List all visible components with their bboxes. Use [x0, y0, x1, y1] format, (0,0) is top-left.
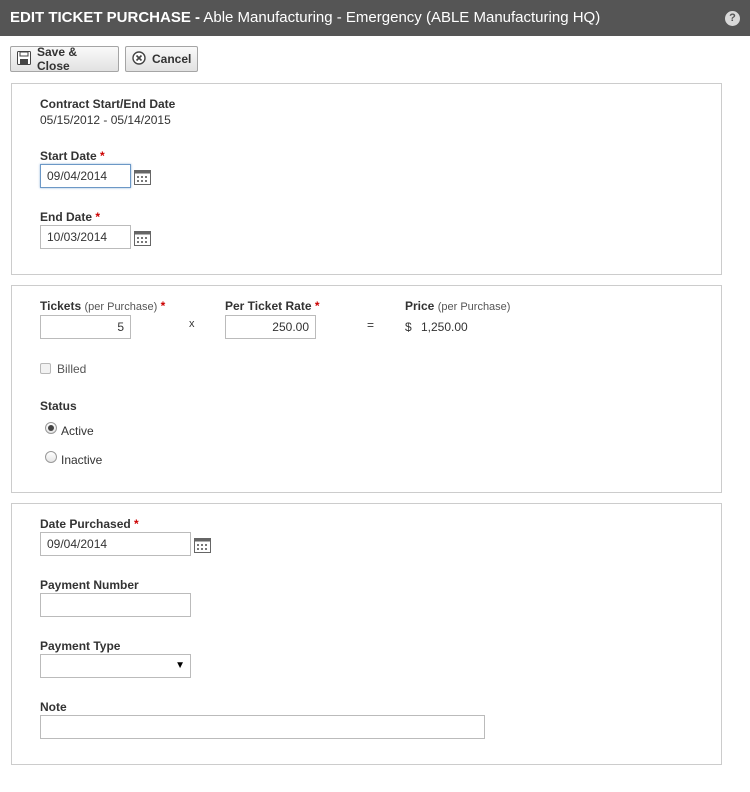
title-bar: EDIT TICKET PURCHASE - Able Manufacturin… — [0, 0, 750, 36]
price-label-text: Price — [405, 299, 435, 313]
end-date-label-text: End Date — [40, 210, 93, 224]
status-inactive-radio[interactable] — [45, 451, 57, 463]
tickets-label-text: Tickets — [40, 299, 82, 313]
required-marker: * — [134, 517, 139, 531]
start-date-label-text: Start Date — [40, 149, 97, 163]
window-title-detail: Able Manufacturing - Emergency (ABLE Man… — [200, 9, 601, 26]
payment-type-label: Payment Type — [40, 639, 121, 653]
price-currency: $ — [405, 320, 412, 334]
cancel-button[interactable]: Cancel — [125, 46, 198, 72]
per-ticket-rate-label: Per Ticket Rate * — [225, 299, 320, 313]
end-date-input[interactable]: 10/03/2014 — [40, 225, 131, 249]
equals-sign: = — [367, 318, 375, 332]
help-icon[interactable]: ? — [725, 11, 740, 26]
start-date-input[interactable]: 09/04/2014 — [40, 164, 131, 188]
floppy-disk-icon — [17, 50, 31, 68]
start-date-calendar-icon[interactable] — [134, 169, 151, 185]
window-title-prefix: EDIT TICKET PURCHASE - — [10, 9, 201, 26]
tickets-input[interactable]: 5 — [40, 315, 131, 339]
price-label: Price (per Purchase) — [405, 299, 510, 313]
note-input[interactable] — [40, 715, 485, 739]
billed-label: Billed — [57, 362, 87, 376]
required-marker: * — [95, 210, 101, 224]
price-value: 1,250.00 — [421, 320, 468, 334]
payment-number-label: Payment Number — [40, 578, 139, 592]
end-date-calendar-icon[interactable] — [134, 230, 151, 246]
end-date-label: End Date * — [40, 210, 100, 224]
per-ticket-rate-label-text: Per Ticket Rate — [225, 299, 312, 313]
billed-checkbox[interactable] — [40, 363, 51, 374]
cancel-label: Cancel — [152, 52, 192, 66]
multiply-sign: x — [189, 318, 195, 330]
save-close-button[interactable]: Save & Close — [10, 45, 119, 73]
dates-panel: Contract Start/End Date 05/15/2012 - 05/… — [11, 83, 722, 275]
status-label: Status — [40, 399, 77, 413]
start-date-label: Start Date * — [40, 149, 105, 163]
note-label: Note — [40, 700, 67, 714]
status-active-radio[interactable] — [45, 422, 57, 434]
save-close-label: Save & Close — [37, 45, 78, 73]
required-marker: * — [160, 299, 166, 313]
payment-type-select[interactable]: ▼ — [40, 654, 191, 678]
per-ticket-rate-input[interactable]: 250.00 — [225, 315, 316, 339]
date-purchased-label: Date Purchased * — [40, 517, 139, 531]
date-purchased-input[interactable]: 09/04/2014 — [40, 532, 191, 556]
date-purchased-calendar-icon[interactable] — [194, 537, 211, 553]
payment-number-input[interactable] — [40, 593, 191, 617]
date-purchased-label-text: Date Purchased — [40, 517, 131, 531]
tickets-label-sub: (per Purchase) — [84, 301, 158, 313]
payment-panel: Date Purchased * 09/04/2014 Payment Numb… — [11, 503, 722, 765]
tickets-label: Tickets (per Purchase) * — [40, 299, 165, 313]
required-marker: * — [100, 149, 105, 163]
contract-dates-label: Contract Start/End Date — [40, 97, 176, 111]
window-title: EDIT TICKET PURCHASE - Able Manufacturin… — [10, 9, 600, 26]
chevron-down-icon: ▼ — [175, 660, 185, 671]
status-active-label: Active — [61, 424, 94, 438]
required-marker: * — [314, 299, 320, 313]
price-label-sub: (per Purchase) — [437, 301, 511, 313]
status-inactive-label: Inactive — [61, 453, 103, 467]
contract-dates-value: 05/15/2012 - 05/14/2015 — [40, 113, 171, 127]
cancel-circle-icon — [132, 50, 146, 68]
tickets-panel: Tickets (per Purchase) * 5 x Per Ticket … — [11, 285, 722, 493]
